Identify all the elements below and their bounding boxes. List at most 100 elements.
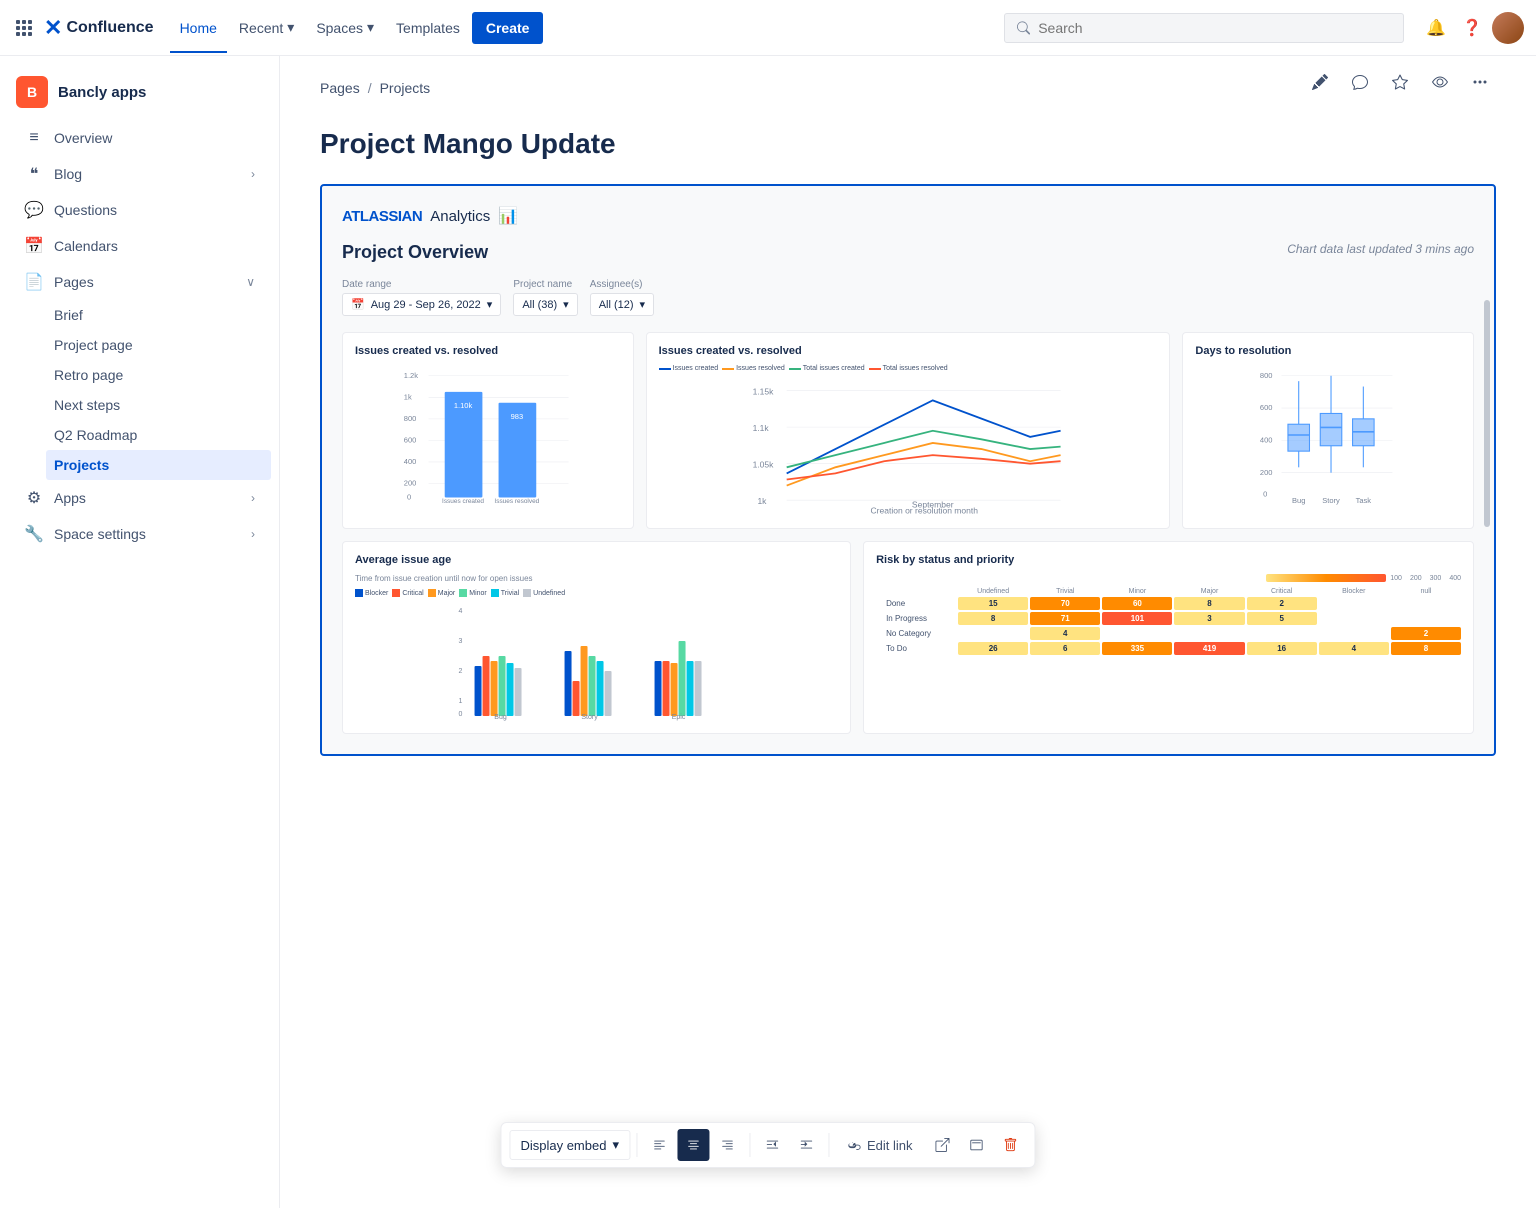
help-button[interactable]: ❓ [1456, 12, 1488, 44]
chart4-area: 4 3 2 1 0 [355, 601, 838, 721]
display-embed-dropdown[interactable]: Display embed ▾ [509, 1130, 630, 1160]
svg-text:1k: 1k [404, 392, 412, 401]
workspace-header[interactable]: B Bancly apps [0, 68, 279, 120]
calendar-icon: 📅 [351, 298, 365, 311]
chevron-down-icon: ▾ [487, 298, 493, 311]
nav-recent[interactable]: Recent ▾ [229, 11, 304, 44]
edit-button[interactable] [1304, 66, 1336, 98]
sidebar-item-questions[interactable]: 💬 Questions [8, 192, 271, 228]
nav-spaces[interactable]: Spaces ▾ [306, 11, 384, 44]
indent-left-button[interactable] [756, 1129, 788, 1161]
line-chart-svg: 1.15k 1.1k 1.05k 1k [659, 376, 1158, 516]
sidebar-item-space-settings[interactable]: 🔧 Space settings › [8, 516, 271, 552]
toolbar-separator-1 [636, 1133, 637, 1157]
confluence-logo[interactable]: ✕ Confluence [44, 15, 154, 41]
calendars-icon: 📅 [24, 236, 44, 256]
sidebar-item-retro-page[interactable]: Retro page [54, 360, 271, 390]
legend-total-resolved: Total issues resolved [869, 365, 948, 372]
avatar[interactable] [1492, 12, 1524, 44]
open-button[interactable] [927, 1129, 959, 1161]
align-left-button[interactable] [643, 1129, 675, 1161]
align-right-button[interactable] [711, 1129, 743, 1161]
chevron-down-icon: ▾ [640, 298, 646, 311]
svg-text:200: 200 [1260, 468, 1273, 477]
sidebar-item-brief[interactable]: Brief [54, 300, 271, 330]
assignee-select[interactable]: All (12) ▾ [590, 293, 654, 316]
svg-text:1.1k: 1.1k [752, 423, 769, 433]
svg-text:1.10k: 1.10k [454, 401, 473, 410]
atlassian-brand: ATLASSIAN [342, 208, 422, 225]
embed-inner: ATLASSIAN Analytics 📊 Project Overview C… [322, 186, 1494, 754]
svg-text:400: 400 [404, 457, 417, 466]
embed-scrollbar[interactable] [1484, 300, 1490, 527]
embed-toolbar: Display embed ▾ Edit link [500, 1122, 1035, 1168]
svg-text:Issues created: Issues created [442, 498, 484, 505]
date-range-select[interactable]: 📅 Aug 29 - Sep 26, 2022 ▾ [342, 293, 501, 316]
project-filter: Project name All (38) ▾ [513, 279, 577, 316]
breadcrumb-current[interactable]: Projects [380, 80, 431, 96]
svg-text:0: 0 [459, 711, 463, 718]
legend-issues-resolved: Issues resolved [722, 365, 785, 372]
svg-text:400: 400 [1260, 436, 1273, 445]
svg-text:1k: 1k [757, 496, 767, 506]
topnav: ✕ Confluence Home Recent ▾ Spaces ▾ Temp… [0, 0, 1536, 56]
workspace-logo: B [16, 76, 48, 108]
chevron-right-icon: › [251, 527, 255, 541]
legend-trivial: Trivial [491, 589, 519, 597]
nav-templates[interactable]: Templates [386, 12, 470, 44]
right-indicator [1494, 356, 1496, 583]
nav-home[interactable]: Home [170, 12, 227, 44]
svg-text:Epic: Epic [672, 714, 686, 721]
overview-header: Project Overview Chart data last updated… [342, 242, 1474, 263]
embed-header: ATLASSIAN Analytics 📊 [342, 206, 1474, 226]
svg-text:2: 2 [459, 668, 463, 675]
chevron-down-icon: ∨ [246, 275, 255, 289]
unlink-button[interactable] [961, 1129, 993, 1161]
charts-row-1: Issues created vs. resolved 1.2k 1k 800 … [342, 332, 1474, 529]
breadcrumb-separator: / [368, 80, 372, 96]
sidebar-item-blog[interactable]: ❝ Blog › [8, 156, 271, 192]
sidebar-item-overview[interactable]: ≡ Overview [8, 120, 271, 156]
star-button[interactable] [1384, 66, 1416, 98]
chart-updated: Chart data last updated 3 mins ago [1287, 242, 1474, 256]
main-content: Pages / Projects [280, 56, 1536, 1208]
embed-container: ATLASSIAN Analytics 📊 Project Overview C… [320, 184, 1496, 756]
apps-icon: ⚙ [24, 488, 44, 508]
sidebar-item-calendars[interactable]: 📅 Calendars [8, 228, 271, 264]
delete-button[interactable] [995, 1129, 1027, 1161]
chart-days-resolution: Days to resolution 800 600 400 200 0 [1182, 332, 1474, 529]
svg-text:1: 1 [459, 698, 463, 705]
sidebar-item-projects[interactable]: Projects [46, 450, 271, 480]
edit-link-button[interactable]: Edit link [835, 1132, 925, 1159]
project-select[interactable]: All (38) ▾ [513, 293, 577, 316]
grid-icon[interactable] [12, 16, 36, 40]
indent-right-button[interactable] [790, 1129, 822, 1161]
toolbar-separator-2 [749, 1133, 750, 1157]
sidebar-item-next-steps[interactable]: Next steps [54, 390, 271, 420]
notifications-button[interactable]: 🔔 [1420, 12, 1452, 44]
sidebar-item-pages[interactable]: 📄 Pages ∨ [8, 264, 271, 300]
chart1-area: 1.2k 1k 800 600 400 200 0 [355, 365, 621, 505]
svg-text:1.2k: 1.2k [404, 371, 418, 380]
sidebar-item-q2-roadmap[interactable]: Q2 Roadmap [54, 420, 271, 450]
main-layout: B Bancly apps ≡ Overview ❝ Blog › 💬 Ques… [0, 56, 1536, 1208]
sidebar-item-project-page[interactable]: Project page [54, 330, 271, 360]
search-input[interactable] [1038, 20, 1391, 36]
comment-button[interactable] [1344, 66, 1376, 98]
chevron-down-icon: ▾ [612, 1137, 619, 1153]
search-box[interactable] [1004, 13, 1404, 43]
create-button[interactable]: Create [472, 12, 544, 44]
pages-icon: 📄 [24, 272, 44, 292]
sidebar-item-apps[interactable]: ⚙ Apps › [8, 480, 271, 516]
more-button[interactable] [1464, 66, 1496, 98]
svg-text:Issues resolved: Issues resolved [494, 498, 539, 505]
breadcrumb-pages[interactable]: Pages [320, 80, 360, 96]
heatmap-area: 100 200 300 400 Undefined Trivial [876, 574, 1461, 714]
align-center-button[interactable] [677, 1129, 709, 1161]
legend-critical: Critical [392, 589, 423, 597]
watch-button[interactable] [1424, 66, 1456, 98]
charts-row-2: Average issue age Time from issue creati… [342, 541, 1474, 734]
svg-text:September: September [912, 499, 954, 509]
search-icon [1017, 21, 1030, 35]
link-icon [847, 1138, 861, 1152]
